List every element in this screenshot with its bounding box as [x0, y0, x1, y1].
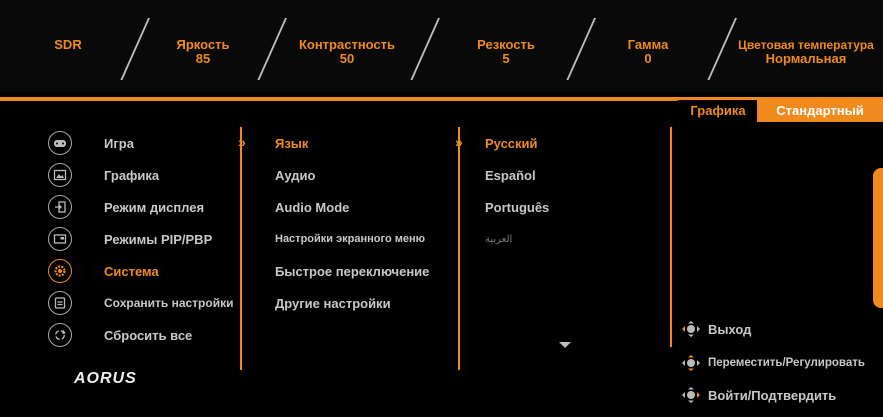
- input-icon: [48, 195, 72, 219]
- chevron-right-icon: »: [238, 134, 246, 150]
- language-option-russian[interactable]: Русский: [485, 136, 538, 151]
- joystick-left-icon: [682, 321, 700, 337]
- mode-tabs: Графика Стандартный: [669, 100, 883, 122]
- gamepad-icon: [48, 131, 72, 155]
- sub-item-quick-switch[interactable]: Быстрое переключение: [275, 264, 429, 279]
- language-option-portuguese[interactable]: Português: [485, 200, 549, 215]
- menu-item-system[interactable]: Система: [48, 259, 159, 283]
- sub-item-language[interactable]: Язык: [275, 136, 308, 151]
- sub-item-audio[interactable]: Аудио: [275, 168, 315, 183]
- divider: [120, 18, 150, 80]
- divider: [257, 18, 287, 80]
- hint-exit: Выход: [680, 320, 751, 338]
- tab-graphics[interactable]: Графика: [669, 100, 757, 122]
- scroll-tab: [873, 168, 883, 308]
- sub-item-osd-settings[interactable]: Настройки экранного меню: [275, 233, 425, 245]
- gear-icon: [48, 259, 72, 283]
- menu-item-display-mode[interactable]: Режим дисплея: [48, 195, 204, 219]
- language-option-spanish[interactable]: Español: [485, 168, 536, 183]
- column-divider: [458, 127, 460, 370]
- column-divider: [240, 127, 242, 370]
- menu-item-reset-all[interactable]: Сбросить все: [48, 323, 192, 347]
- stat-sharpness: Резкость 5: [477, 37, 535, 66]
- hint-move-adjust: Переместить/Регулировать: [680, 354, 865, 372]
- divider: [410, 18, 440, 80]
- chevron-right-icon: »: [455, 134, 463, 150]
- stat-color-temperature: Цветовая температура Нормальная: [738, 38, 874, 66]
- reset-icon: [48, 323, 72, 347]
- menu-item-graphics[interactable]: Графика: [48, 163, 159, 187]
- language-option-arabic[interactable]: العربية: [485, 234, 512, 245]
- hint-enter-confirm: Войти/Подтвердить: [680, 386, 836, 404]
- save-icon: [48, 291, 72, 315]
- menu-item-save-settings[interactable]: Сохранить настройки: [48, 291, 233, 315]
- top-status-bar: SDR Яркость 85 Контрастность 50 Резкость…: [0, 0, 883, 92]
- stat-gamma: Гамма 0: [627, 37, 669, 66]
- column-divider: [670, 127, 672, 347]
- pip-icon: [48, 227, 72, 251]
- menu-item-game[interactable]: Игра: [48, 131, 134, 155]
- divider: [566, 18, 596, 80]
- stat-brightness: Яркость 85: [176, 37, 230, 66]
- stat-contrast: Контрастность 50: [298, 37, 396, 66]
- stat-sdr: SDR: [54, 37, 82, 52]
- sub-item-audio-mode[interactable]: Audio Mode: [275, 200, 349, 215]
- menu-item-pip-pbp[interactable]: Режимы PIP/PBP: [48, 227, 212, 251]
- sub-item-other-settings[interactable]: Другие настройки: [275, 296, 391, 311]
- joystick-updown-icon: [682, 355, 700, 371]
- picture-icon: [48, 163, 72, 187]
- tab-standard-mode[interactable]: Стандартный: [757, 100, 883, 122]
- scroll-down-arrow-icon[interactable]: [559, 342, 571, 348]
- aorus-logo: AORUS: [74, 370, 137, 387]
- joystick-right-icon: [682, 387, 700, 403]
